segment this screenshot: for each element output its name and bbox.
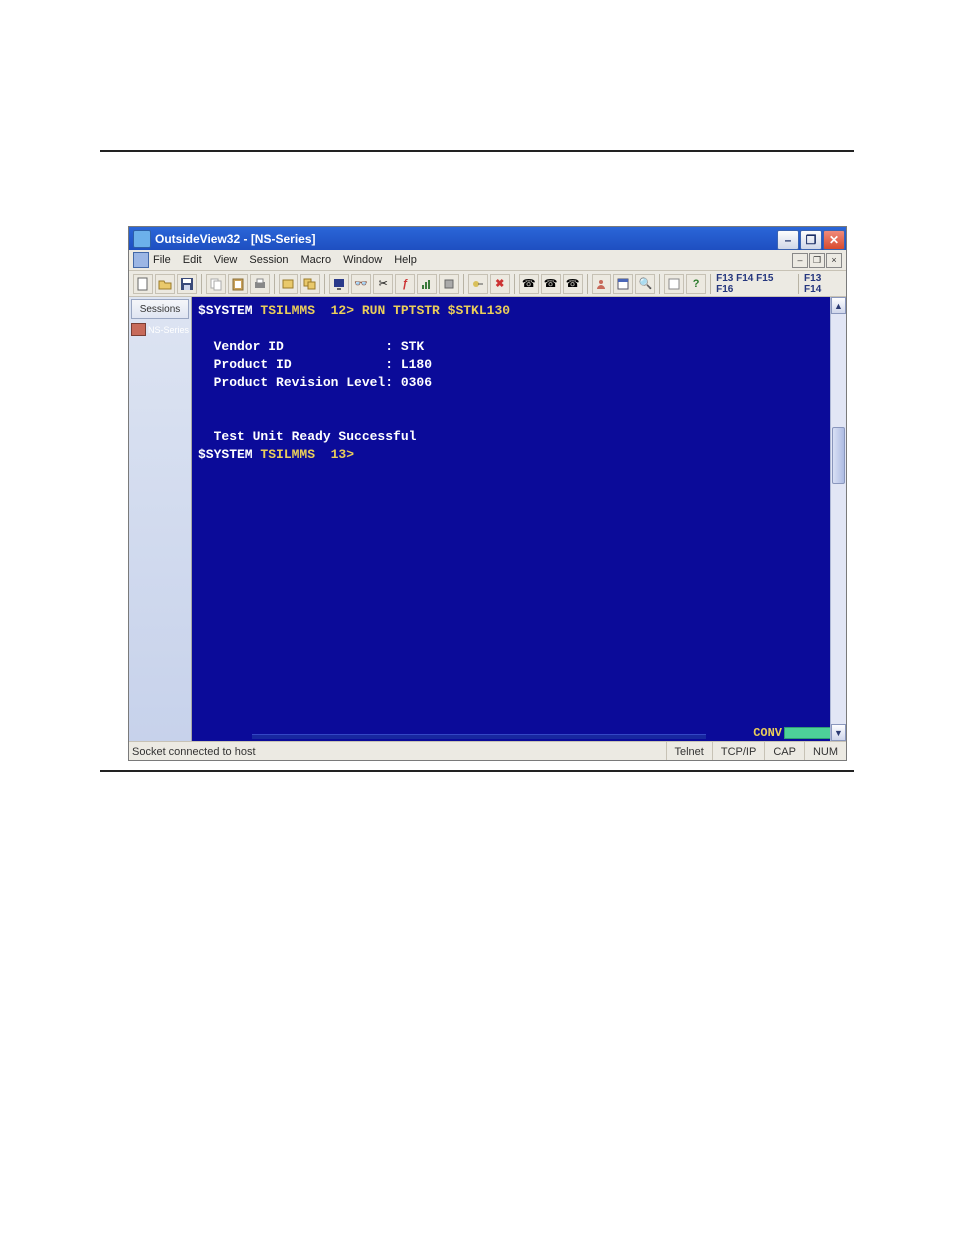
paste-icon[interactable]: [228, 274, 248, 294]
session-item-icon: [131, 323, 146, 336]
status-transport: TCP/IP: [712, 742, 764, 761]
open-icon[interactable]: [155, 274, 175, 294]
status-cap: CAP: [764, 742, 804, 761]
sidebar: Sessions NS-Series: [129, 297, 192, 741]
statusbar: Socket connected to host Telnet TCP/IP C…: [129, 741, 846, 761]
screenshot-window: OutsideView32 - [NS-Series] – ❐ ✕ File E…: [128, 226, 847, 761]
menu-window[interactable]: Window: [343, 254, 382, 266]
scroll-thumb[interactable]: [832, 427, 845, 484]
phone3-icon[interactable]: ☎: [563, 274, 583, 294]
glasses-icon[interactable]: 👓: [351, 274, 371, 294]
person-icon[interactable]: [592, 274, 612, 294]
sidebar-item-nsseries[interactable]: NS-Series: [131, 323, 191, 336]
session-icon[interactable]: [279, 274, 299, 294]
menu-help[interactable]: Help: [394, 254, 417, 266]
status-num: NUM: [804, 742, 846, 761]
chart-icon[interactable]: [417, 274, 437, 294]
monitor-icon[interactable]: [329, 274, 349, 294]
mdi-restore-button[interactable]: ❐: [809, 253, 825, 268]
terminal-conv-label: CONV: [753, 726, 782, 740]
maximize-button[interactable]: ❐: [800, 230, 822, 250]
disconnect-icon[interactable]: ✖: [490, 274, 510, 294]
close-button[interactable]: ✕: [823, 230, 845, 250]
divider-top: [100, 150, 854, 152]
function-icon[interactable]: ƒ: [395, 274, 415, 294]
zoom-icon[interactable]: 🔍: [635, 274, 655, 294]
menu-edit[interactable]: Edit: [183, 254, 202, 266]
mdi-icon[interactable]: [133, 252, 149, 268]
scroll-down-icon[interactable]: ▼: [831, 724, 846, 741]
toolbar: 👓 ✂ ƒ ✖ ☎ ☎ ☎ 🔍 ? F13 F14 F15 F16 F13 F1…: [129, 271, 846, 297]
window-title: OutsideView32 - [NS-Series]: [155, 232, 316, 246]
connect-icon[interactable]: [468, 274, 488, 294]
menubar: File Edit View Session Macro Window Help…: [129, 250, 846, 271]
scroll-up-icon[interactable]: ▲: [831, 297, 846, 314]
print-icon[interactable]: [250, 274, 270, 294]
menu-file[interactable]: File: [153, 254, 171, 266]
phone2-icon[interactable]: ☎: [541, 274, 561, 294]
fkey-group-1[interactable]: F13 F14 F15 F16: [716, 273, 793, 295]
menu-view[interactable]: View: [214, 254, 238, 266]
app-icon: [133, 230, 151, 248]
divider-bottom: [100, 770, 854, 772]
scrollbar-vertical[interactable]: ▲ ▼: [830, 297, 846, 741]
terminal-statusline: CONV: [192, 725, 846, 741]
sidebar-item-label: NS-Series: [148, 325, 189, 335]
menu-macro[interactable]: Macro: [301, 254, 332, 266]
menu-session[interactable]: Session: [249, 254, 288, 266]
minimize-button[interactable]: –: [777, 230, 799, 250]
titlebar[interactable]: OutsideView32 - [NS-Series] – ❐ ✕: [129, 227, 846, 250]
save-icon[interactable]: [177, 274, 197, 294]
window-icon[interactable]: [613, 274, 633, 294]
sidebar-tab-sessions[interactable]: Sessions: [131, 299, 189, 319]
status-protocol: Telnet: [666, 742, 712, 761]
mdi-minimize-button[interactable]: –: [792, 253, 808, 268]
phone1-icon[interactable]: ☎: [519, 274, 539, 294]
help-icon[interactable]: ?: [686, 274, 706, 294]
fkey-group-2[interactable]: F13 F14: [804, 273, 841, 295]
device-icon[interactable]: [439, 274, 459, 294]
new-icon[interactable]: [133, 274, 153, 294]
terminal-area[interactable]: $SYSTEM TSILMMS 12> RUN TPTSTR $STKL130 …: [192, 297, 830, 741]
status-text: Socket connected to host: [129, 746, 256, 758]
blank-doc-icon[interactable]: [664, 274, 684, 294]
copy-icon[interactable]: [206, 274, 226, 294]
sessions-icon[interactable]: [300, 274, 320, 294]
mdi-close-button[interactable]: ×: [826, 253, 842, 268]
tools-icon[interactable]: ✂: [373, 274, 393, 294]
